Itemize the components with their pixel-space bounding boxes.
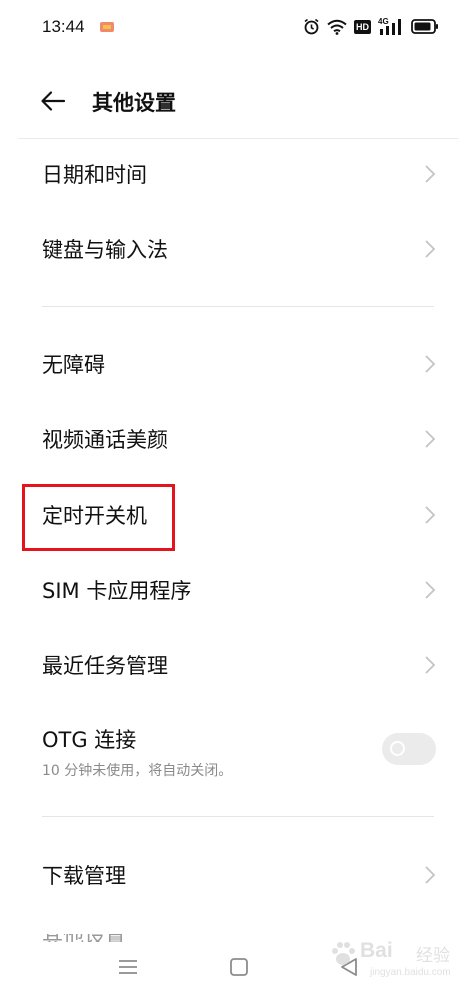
wifi-icon — [327, 19, 347, 35]
notification-icon — [100, 22, 114, 32]
settings-item-label: 最近任务管理 — [42, 654, 168, 678]
page-header: 其他设置 — [0, 70, 473, 136]
settings-item-download-manager[interactable]: 下载管理 — [0, 838, 473, 912]
chevron-right-icon — [425, 430, 436, 448]
otg-description: 10 分钟未使用，将自动关闭。 — [42, 763, 233, 779]
otg-toggle[interactable] — [382, 733, 436, 765]
group-divider — [42, 816, 434, 817]
chevron-right-icon — [425, 506, 436, 524]
highlight-box — [22, 484, 175, 551]
settings-item-date-time[interactable]: 日期和时间 — [0, 137, 473, 211]
navigation-bar — [0, 945, 473, 993]
arrow-left-icon[interactable] — [40, 88, 66, 114]
menu-icon[interactable] — [118, 957, 138, 977]
hd-icon: HD — [354, 19, 371, 34]
otg-label: OTG 连接 — [42, 728, 137, 752]
settings-item-label: 视频通话美颜 — [42, 428, 168, 452]
status-bar: 13:44 HD 4G — [0, 0, 473, 56]
chevron-right-icon — [425, 656, 436, 674]
page-title: 其他设置 — [92, 91, 176, 115]
settings-item-label: 无障碍 — [42, 353, 105, 377]
settings-item-label: 日期和时间 — [42, 163, 147, 187]
chevron-right-icon — [425, 866, 436, 884]
toggle-knob — [390, 741, 405, 756]
settings-item-partial: 其他设置 — [42, 934, 132, 942]
settings-item-video-call-beauty[interactable]: 视频通话美颜 — [0, 402, 473, 476]
battery-icon — [411, 19, 438, 34]
settings-item-accessibility[interactable]: 无障碍 — [0, 327, 473, 401]
home-icon[interactable] — [229, 957, 249, 977]
status-time: 13:44 — [42, 17, 85, 36]
group-divider — [42, 306, 434, 307]
signal-icon: 4G — [378, 17, 404, 35]
settings-item-label: SIM 卡应用程序 — [42, 579, 192, 603]
settings-item-recent-tasks[interactable]: 最近任务管理 — [0, 628, 473, 702]
back-triangle-icon[interactable] — [339, 957, 359, 977]
settings-item-keyboard-input[interactable]: 键盘与输入法 — [0, 212, 473, 286]
chevron-right-icon — [425, 355, 436, 373]
settings-item-label: 下载管理 — [42, 864, 126, 888]
chevron-right-icon — [425, 165, 436, 183]
settings-item-label: 其他设置 — [42, 934, 132, 942]
chevron-right-icon — [425, 240, 436, 258]
chevron-right-icon — [425, 581, 436, 599]
settings-item-label: 键盘与输入法 — [42, 238, 168, 262]
settings-item-sim-apps[interactable]: SIM 卡应用程序 — [0, 553, 473, 627]
alarm-icon — [304, 18, 319, 35]
status-icons: HD 4G — [303, 17, 439, 35]
